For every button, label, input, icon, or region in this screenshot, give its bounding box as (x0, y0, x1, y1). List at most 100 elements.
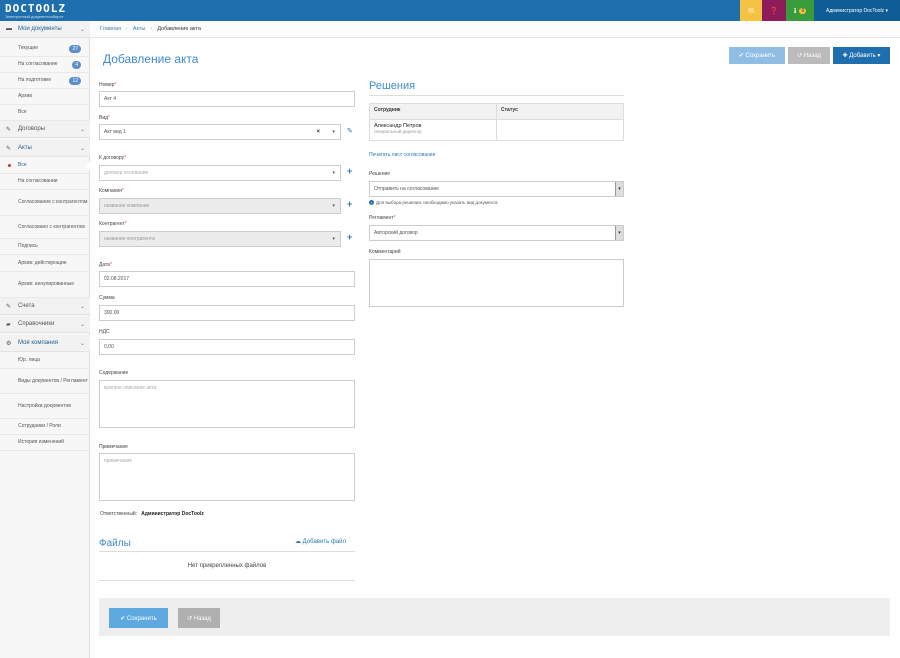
footer-back-button[interactable]: ↺ Назад (178, 608, 220, 628)
add-button[interactable]: ✚ Добавить ▾ (833, 47, 890, 64)
kind-value: Акт вид 1 (104, 129, 126, 135)
breadcrumb-home[interactable]: Главная (100, 26, 121, 32)
question-icon: ❓ (769, 7, 779, 15)
sidebar-item-legal-entities[interactable]: Юр. лица (0, 353, 90, 369)
save-button[interactable]: ✔ Сохранить (729, 47, 785, 64)
column-status: Статус (501, 107, 518, 113)
sidebar-section-my-docs[interactable]: ▬ Мои документы ⌄ (0, 21, 90, 38)
date-field[interactable]: 02.08.2017 (99, 271, 355, 287)
sidebar-item-doc-types[interactable]: Виды документов / Регламент (0, 369, 90, 394)
breadcrumb: Главная › Акты › Добавление акта (90, 21, 900, 38)
sidebar-item-acts-counterparty-approval[interactable]: Согласование с контрагентом (0, 190, 90, 216)
files-title: Файлы (99, 538, 131, 549)
count-badge: 12 (69, 76, 81, 85)
content-textarea[interactable]: краткое описание акта (99, 380, 355, 428)
company-select[interactable]: название компании ▾ (99, 198, 341, 214)
sidebar-section-label: Договоры (18, 126, 45, 132)
caret-down-icon[interactable]: ▾ (332, 170, 335, 176)
cloud-upload-icon: ☁ (295, 539, 303, 545)
add-file-button[interactable]: ☁ Добавить файл (295, 538, 346, 545)
count-badge: 27 (69, 44, 81, 53)
decision-hint: i Для выбора решения, необходимо указать … (369, 200, 498, 205)
back-button[interactable]: ↺ Назад (788, 47, 830, 64)
sidebar-item-label: Архив: аннулированные (18, 281, 75, 288)
page-title: Добавление акта (103, 52, 199, 66)
employee-position: генеральный директор (374, 129, 422, 134)
sidebar-item-acts-counterparty-approved[interactable]: Согласовано с контрагентом (0, 216, 90, 239)
sum-field[interactable]: 300,00 (99, 305, 355, 321)
kind-select[interactable]: Акт вид 1 × ▾ (99, 124, 341, 140)
note-textarea[interactable]: примечание (99, 453, 355, 501)
breadcrumb-acts[interactable]: Акты (133, 26, 146, 32)
vat-field[interactable]: 0,00 (99, 339, 355, 355)
sidebar-item-doc-settings[interactable]: Настройки документов (0, 394, 90, 419)
caret-down-icon[interactable]: ▾ (332, 203, 335, 209)
inbox-icon: ▬ (6, 26, 12, 32)
caret-down-icon[interactable]: ▾ (332, 236, 335, 242)
sidebar-item-employees[interactable]: Сотрудники / Роли (0, 419, 90, 435)
contract-placeholder: договор основание (104, 170, 149, 176)
breadcrumb-current: Добавление акта (157, 26, 201, 32)
sidebar-item-history[interactable]: История изменений (0, 435, 90, 451)
contract-select[interactable]: договор основание ▾ (99, 165, 341, 181)
plus-icon[interactable]: + (347, 199, 352, 209)
sidebar-item-acts-sign[interactable]: Подпись (0, 239, 90, 255)
responsible-value: Администратор DocToolz (141, 511, 204, 517)
book-icon: ▰ (6, 321, 11, 328)
add-file-label: Добавить файл (302, 539, 346, 545)
number-field[interactable]: Акт 4 (99, 91, 355, 107)
company-placeholder: название компании (104, 203, 150, 209)
sidebar-item-acts-archive-active[interactable]: Архив: действующие (0, 255, 90, 272)
sidebar-section-invoices[interactable]: ✎ Счета ⌄ (0, 298, 90, 315)
number-label: Номер* (99, 82, 117, 88)
decision-value: Отправить на согласование (374, 186, 439, 192)
user-menu[interactable]: Администратор DocToolz ▾ (814, 0, 900, 21)
sidebar-section-references[interactable]: ▰ Справочники ⌄ (0, 316, 90, 333)
footer-save-button[interactable]: ✔ Сохранить (109, 608, 168, 628)
sidebar-item-current[interactable]: Текущие 27 (0, 41, 90, 57)
status-cell (497, 120, 623, 140)
sidebar-section-label: Акты (18, 145, 32, 151)
gear-icon: ⚙ (6, 340, 12, 347)
sidebar-section-acts[interactable]: ✎ Акты ⌄ (0, 140, 90, 157)
notifications-button[interactable]: ℹ0 (786, 0, 814, 21)
sidebar-item-label: Все (18, 162, 27, 169)
sidebar-item-approval[interactable]: На согласование 4 (0, 57, 90, 73)
sidebar-item-label: Настройки документов (18, 402, 71, 409)
sidebar-item-acts-archive-cancelled[interactable]: Архив: аннулированные (0, 272, 90, 298)
print-approval-sheet-link[interactable]: Печатать лист согласования (369, 152, 435, 158)
sidebar-item-preparing[interactable]: На подготовке 12 (0, 73, 90, 89)
sidebar-item-acts-approval[interactable]: На согласовании (0, 174, 90, 190)
divider (369, 95, 624, 96)
regulation-select[interactable]: Авторский договор ▾ (369, 225, 624, 241)
sidebar-section-my-company[interactable]: ⚙ Моя компания ⌄ (0, 335, 90, 352)
caret-down-icon[interactable]: ▾ (615, 182, 623, 196)
sidebar-item-archive[interactable]: Архив (0, 89, 90, 105)
comment-label: Комментарий (369, 249, 401, 255)
pencil-icon: ✎ (6, 145, 12, 152)
mail-button[interactable]: ✉ (740, 0, 762, 21)
decision-select[interactable]: Отправить на согласование ▾ (369, 181, 624, 197)
counterparty-select[interactable]: название контрагента ▾ (99, 231, 341, 247)
help-button[interactable]: ❓ (762, 0, 786, 21)
caret-down-icon[interactable]: ▾ (615, 226, 623, 240)
sidebar-item-all-docs[interactable]: Все (0, 105, 90, 121)
sidebar-section-contracts[interactable]: ✎ Договоры ⌄ (0, 121, 90, 138)
chevron-down-icon: ⌄ (79, 126, 85, 133)
plus-icon[interactable]: + (347, 166, 352, 176)
sidebar-item-label: История изменений (18, 439, 64, 446)
sum-label: Сумма (99, 295, 115, 301)
table-header: Сотрудник Статус (370, 104, 623, 120)
sidebar-item-label: На согласование (18, 61, 58, 68)
breadcrumb-separator: › (150, 26, 153, 32)
chevron-down-icon: ⌄ (79, 145, 85, 152)
clear-icon[interactable]: × (316, 129, 320, 135)
caret-down-icon[interactable]: ▾ (332, 129, 335, 135)
divider (99, 580, 355, 581)
plus-icon[interactable]: + (347, 232, 352, 242)
pencil-icon[interactable]: ✎ (347, 127, 353, 135)
sidebar-item-label: Виды документов / Регламент (18, 377, 88, 384)
sidebar-item-acts-all[interactable]: Все (0, 158, 91, 174)
divider (99, 551, 355, 552)
comment-textarea[interactable] (369, 259, 624, 307)
